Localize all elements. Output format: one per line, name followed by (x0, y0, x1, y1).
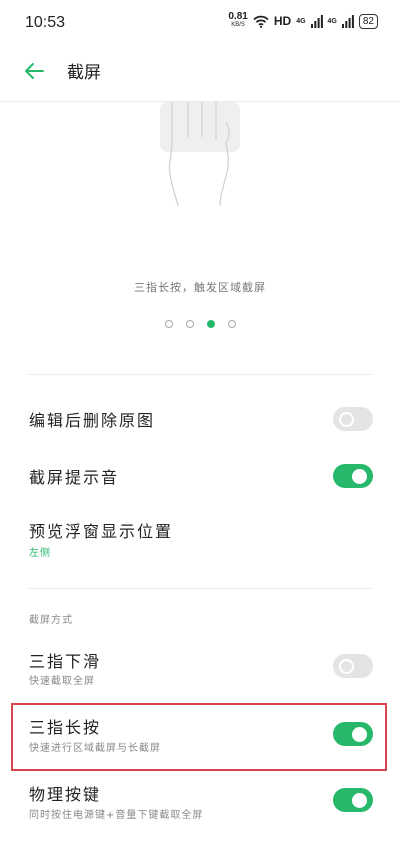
status-icons: 0.81 KB/S HD 4G 4G 82 (228, 11, 378, 29)
battery-icon: 82 (358, 13, 378, 29)
setting-row-screenshot-sound[interactable]: 截屏提示音 (0, 452, 400, 500)
wifi-icon (253, 15, 269, 28)
method-row-three-finger-swipe[interactable]: 三指下滑 快速截取全屏 (0, 640, 400, 694)
signal-1-icon (310, 14, 323, 28)
signal-2-label: 4G (327, 17, 337, 25)
setting-title: 截屏提示音 (29, 468, 120, 487)
physical-keys-toggle[interactable] (333, 788, 373, 812)
method-title: 物理按键 (29, 785, 102, 804)
page-dot (164, 320, 173, 328)
toggle-knob (352, 469, 367, 484)
net-speed: 0.81 KB/S (228, 11, 248, 29)
status-time: 10:53 (25, 14, 66, 31)
method-row-physical-keys[interactable]: 物理按键 同时按住电源键+音量下键截取全屏 (0, 776, 400, 836)
page-dot (185, 320, 194, 328)
setting-row-delete-original[interactable]: 编辑后删除原图 (0, 395, 400, 443)
hd-badge: HD (273, 14, 292, 28)
method-subtitle: 同时按住电源键+音量下键截取全屏 (29, 810, 204, 821)
gesture-caption: 三指长按，触发区域截屏 (134, 281, 266, 294)
toggle-knob (339, 412, 354, 427)
gesture-illustration-carousel[interactable]: 三指长按，触发区域截屏 (0, 102, 400, 372)
page-dot (227, 320, 236, 328)
app-bar: 截屏 (0, 46, 400, 102)
delete-original-toggle[interactable] (333, 407, 373, 431)
three-finger-swipe-toggle[interactable] (333, 654, 373, 678)
method-subtitle: 快速截取全屏 (29, 676, 95, 687)
page-title: 截屏 (67, 63, 101, 83)
net-speed-unit: KB/S (231, 22, 245, 28)
section-label: 截屏方式 (29, 615, 73, 626)
divider (28, 374, 372, 375)
net-speed-value: 0.81 (228, 11, 248, 22)
method-title: 三指下滑 (29, 652, 102, 671)
toggle-knob (352, 793, 367, 808)
setting-title: 编辑后删除原图 (29, 411, 156, 430)
page-indicator (0, 320, 400, 328)
preview-position-value: 左侧 (29, 548, 51, 559)
hand-gesture-illustration (160, 102, 240, 207)
setting-title: 预览浮窗显示位置 (29, 522, 174, 541)
toggle-knob (339, 659, 354, 674)
signal-1-label: 4G (296, 17, 306, 25)
highlight-box (11, 703, 387, 771)
status-bar: 10:53 0.81 KB/S HD 4G 4G 82 (0, 0, 400, 46)
screenshot-sound-toggle[interactable] (333, 464, 373, 488)
back-arrow-icon[interactable] (21, 58, 47, 84)
setting-row-preview-position[interactable]: 预览浮窗显示位置 左侧 (0, 508, 400, 568)
signal-2-icon (341, 14, 354, 28)
divider (28, 588, 372, 589)
page-dot-active (206, 320, 215, 328)
